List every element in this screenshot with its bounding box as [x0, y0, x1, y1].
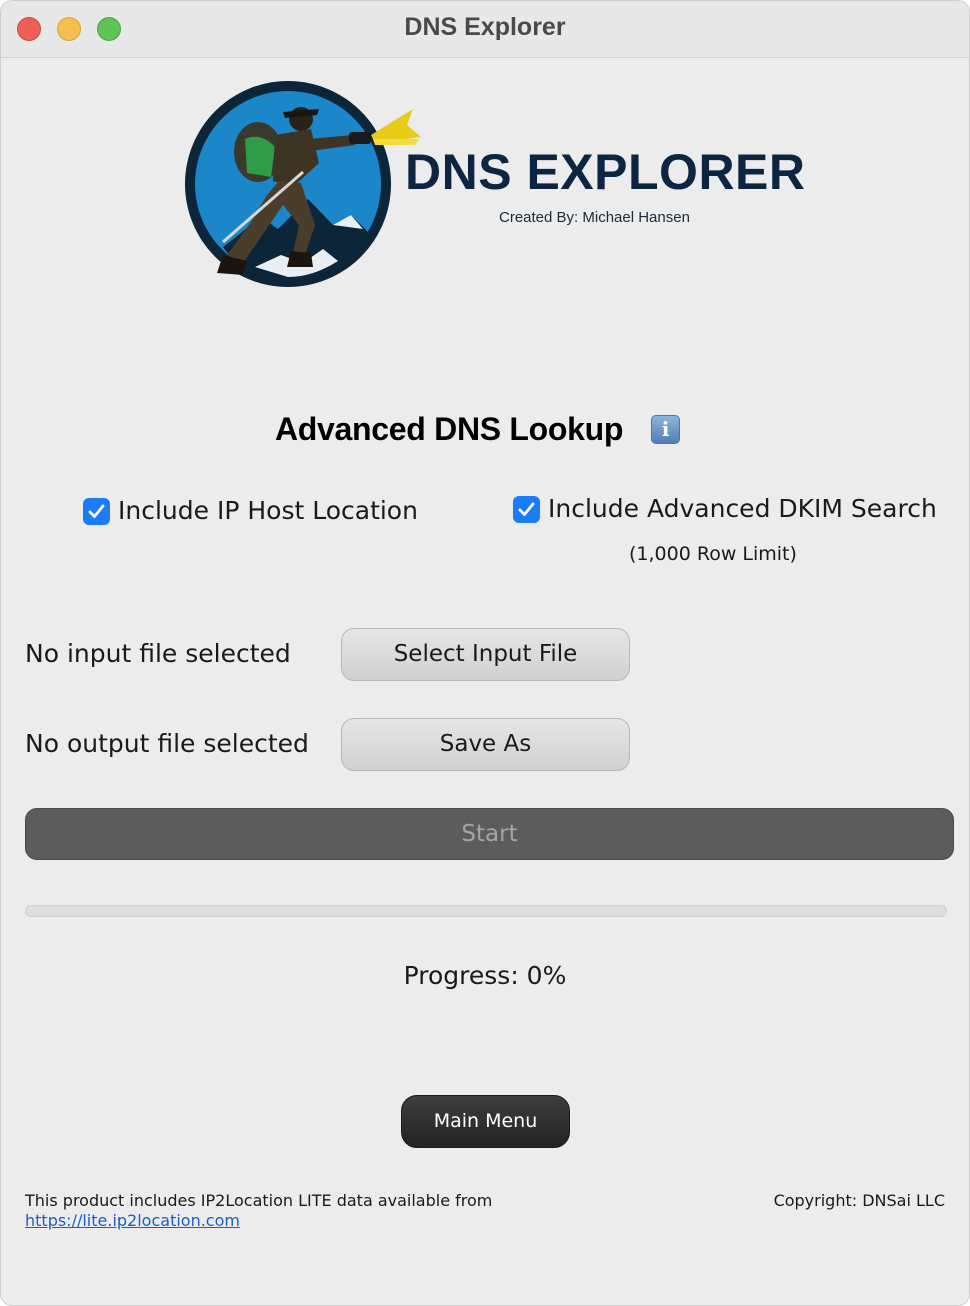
info-icon[interactable]: i	[651, 415, 680, 444]
copyright-text: Copyright: DNSai LLC	[773, 1191, 945, 1210]
app-window: DNS Explorer DNS EXPLORER Created By: Mi…	[0, 0, 970, 1306]
progress-text: Progress: 0%	[403, 961, 567, 990]
checkmark-icon	[518, 502, 535, 516]
input-file-status: No input file selected	[25, 639, 291, 668]
ip-location-label[interactable]: Include IP Host Location	[118, 496, 418, 525]
output-file-status: No output file selected	[25, 729, 309, 758]
page-title: Advanced DNS Lookup	[275, 411, 624, 447]
dkim-search-checkbox[interactable]	[513, 496, 540, 523]
row-limit-note: (1,000 Row Limit)	[629, 543, 797, 565]
ip2location-notice: This product includes IP2Location LITE d…	[25, 1191, 493, 1210]
dkim-search-label[interactable]: Include Advanced DKIM Search	[548, 494, 937, 523]
explorer-logo-icon	[185, 81, 421, 287]
ip2location-link[interactable]: https://lite.ip2location.com	[25, 1211, 240, 1230]
select-input-file-button[interactable]: Select Input File	[341, 628, 630, 681]
save-as-button[interactable]: Save As	[341, 718, 630, 771]
title-bar[interactable]: DNS Explorer	[1, 1, 969, 58]
checkmark-icon	[88, 504, 105, 518]
ip-location-checkbox[interactable]	[83, 498, 110, 525]
progress-bar	[25, 905, 947, 917]
logo-subtitle: Created By: Michael Hansen	[499, 209, 690, 226]
main-menu-button[interactable]: Main Menu	[401, 1095, 570, 1148]
window-title: DNS Explorer	[404, 13, 566, 41]
logo-title: DNS EXPLORER	[405, 144, 806, 200]
start-button[interactable]: Start	[25, 808, 954, 860]
